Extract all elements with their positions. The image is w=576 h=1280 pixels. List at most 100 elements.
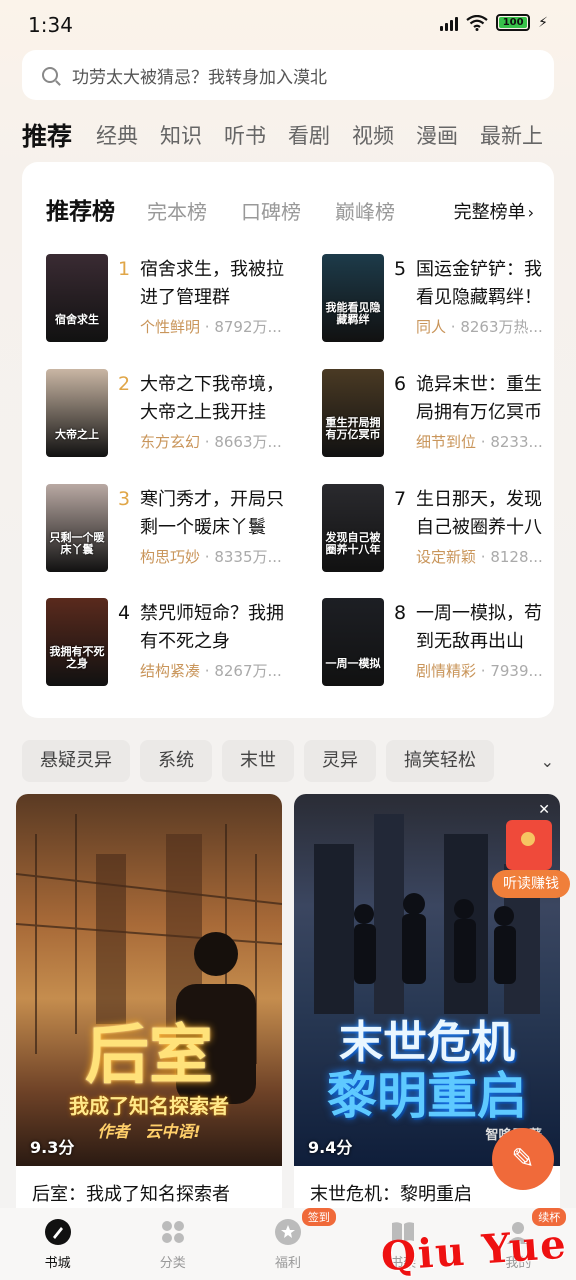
search-bar[interactable]: 功劳太大被猜忌？我转身加入漠北 xyxy=(22,50,554,100)
book-heat: 8335万... xyxy=(214,548,282,566)
book-meta: 设定新颖 · 8128... xyxy=(416,546,554,567)
search-placeholder: 功劳太大被猜忌？我转身加入漠北 xyxy=(72,67,327,88)
book-heat: 7939... xyxy=(490,662,543,680)
wifi-icon xyxy=(466,14,488,31)
book-heat: 8263万热... xyxy=(460,318,543,336)
nav-category[interactable]: 分类 xyxy=(115,1208,230,1280)
ranking-item[interactable]: 我能看见隐藏羁绊 5 国运金铲铲：我看见隐藏羁绊！ 同人 · 8263万热... xyxy=(322,254,554,346)
book-heat: 8128... xyxy=(490,548,543,566)
tab-peak-rank[interactable]: 巅峰榜 xyxy=(335,196,395,225)
book-cover-1: 后室 我成了知名探索者 作者 云中语! xyxy=(16,794,282,1166)
cover-text: 重生开局拥有万亿冥币 xyxy=(325,416,381,441)
ranking-item[interactable]: 重生开局拥有万亿冥币 6 诡异末世：重生局拥有万亿冥币 细节到位 · 8233... xyxy=(322,369,554,461)
welfare-badge: 签到 xyxy=(301,1208,336,1226)
full-ranking-link[interactable]: 完整榜单 › xyxy=(454,198,534,224)
book-cover: 重生开局拥有万亿冥币 xyxy=(322,369,384,457)
book-title-2: 末世危机：黎明重启 xyxy=(310,1184,472,1205)
tab-knowledge[interactable]: 知识 xyxy=(160,120,202,150)
rank-number: 1 xyxy=(118,258,131,280)
book-meta: 构思巧妙 · 8335万... xyxy=(140,546,300,567)
separator-dot: · xyxy=(476,433,491,451)
book-meta: 细节到位 · 8233... xyxy=(416,431,554,452)
signal-icon xyxy=(440,15,459,31)
tab-video[interactable]: 视频 xyxy=(352,120,394,150)
tab-classic[interactable]: 经典 xyxy=(96,120,138,150)
separator-dot: · xyxy=(200,548,215,566)
tab-recommend[interactable]: 推荐 xyxy=(22,117,72,153)
book-cover: 我能看见隐藏羁绊 xyxy=(322,254,384,342)
status-bar: 1:34 100 ⚡ xyxy=(0,0,576,52)
book-meta: 东方玄幻 · 8663万... xyxy=(140,431,300,452)
cover-subtitle-1: 我成了知名探索者 xyxy=(69,1094,229,1118)
chip-suspense[interactable]: 悬疑灵异 xyxy=(22,740,130,782)
welfare-icon xyxy=(275,1219,301,1245)
book-title: 国运金铲铲：我看见隐藏羁绊！ xyxy=(416,259,542,308)
close-icon[interactable]: ✕ xyxy=(538,802,550,818)
separator-dot: · xyxy=(200,433,215,451)
ranking-item[interactable]: 只剩一个暖床丫鬟 3 寒门秀才，开局只剩一个暖床丫鬟 构思巧妙 · 8335万... xyxy=(46,484,306,576)
book-tag: 东方玄幻 xyxy=(140,433,201,451)
book-tag: 个性鲜明 xyxy=(140,318,201,336)
book-tag: 剧情精彩 xyxy=(416,662,477,680)
tab-latest[interactable]: 最新上 xyxy=(480,120,543,150)
chip-system[interactable]: 系统 xyxy=(140,740,212,782)
chevron-down-icon[interactable]: ⌄ xyxy=(541,752,554,771)
book-tag: 结构紧凑 xyxy=(140,662,201,680)
tab-reputation-rank[interactable]: 口碑榜 xyxy=(241,196,301,225)
cover-text: 大帝之上 xyxy=(55,428,99,441)
book-cover: 只剩一个暖床丫鬟 xyxy=(46,484,108,572)
chip-supernatural[interactable]: 灵异 xyxy=(304,740,376,782)
rank-number: 4 xyxy=(118,602,131,624)
book-tag: 构思巧妙 xyxy=(140,548,201,566)
book-cover: 宿舍求生 xyxy=(46,254,108,342)
pen-icon: ✎ xyxy=(511,1142,535,1175)
ranking-item[interactable]: 我拥有不死之身 4 禁咒师短命？我拥有不死之身结构紧凑 · 8267万... xyxy=(46,598,306,690)
book-meta: 结构紧凑 · 8267万... xyxy=(140,660,300,681)
tab-audiobook[interactable]: 听书 xyxy=(224,120,266,150)
status-time: 1:34 xyxy=(28,13,73,37)
category-icon xyxy=(161,1221,184,1243)
book-title: 大帝之下我帝境，大帝之上我开挂 xyxy=(140,374,284,423)
tab-recommend-rank[interactable]: 推荐榜 xyxy=(46,192,115,226)
rank-number: 8 xyxy=(394,602,407,624)
cover-text: 我能看见隐藏羁绊 xyxy=(325,301,381,326)
book-title: 禁咒师短命？我拥有不死之身 xyxy=(140,603,284,652)
nav-label-bookstore: 书城 xyxy=(44,1256,71,1271)
nav-bookstore[interactable]: 书城 xyxy=(0,1208,115,1280)
book-meta: 剧情精彩 · 7939... xyxy=(416,660,554,681)
tab-comics[interactable]: 漫画 xyxy=(416,120,458,150)
book-heat: 8233... xyxy=(490,433,543,451)
book-title: 寒门秀才，开局只剩一个暖床丫鬟 xyxy=(140,489,284,538)
ranking-item[interactable]: 发现自己被圈养十八年 7 生日那天，发现自己被圈养十八年设定新颖 · 8128... xyxy=(322,484,554,576)
book-title: 宿舍求生，我被拉进了管理群 xyxy=(140,259,284,308)
book-cover: 发现自己被圈养十八年 xyxy=(322,484,384,572)
separator-dot: · xyxy=(476,548,491,566)
rank-number: 7 xyxy=(394,488,407,510)
status-icons: 100 ⚡ xyxy=(440,14,548,31)
battery-icon: 100 xyxy=(496,14,531,31)
chip-apocalypse[interactable]: 末世 xyxy=(222,740,294,782)
ranking-item[interactable]: 大帝之上 2 大帝之下我帝境，大帝之上我开挂东方玄幻 · 8663万... xyxy=(46,369,306,461)
book-score-1: 9.3分 xyxy=(30,1138,75,1157)
listen-earn-badge[interactable]: 听读赚钱 xyxy=(492,820,570,900)
ranking-item[interactable]: 宿舍求生 1 宿舍求生，我被拉进了管理群个性鲜明 · 8792万... xyxy=(46,254,306,346)
book-tag: 细节到位 xyxy=(416,433,477,451)
nav-welfare[interactable]: 签到 福利 xyxy=(230,1208,345,1280)
rank-number: 2 xyxy=(118,373,131,395)
ranking-item[interactable]: 一周一模拟 8 一周一模拟，苟到无敌再出山 剧情精彩 · 7939... xyxy=(322,598,554,690)
tab-completed-rank[interactable]: 完本榜 xyxy=(147,196,207,225)
book-heat: 8267万... xyxy=(214,662,282,680)
book-tag: 设定新颖 xyxy=(416,548,477,566)
book-heat: 8663万... xyxy=(214,433,282,451)
book-title-1: 后室：我成了知名探索者 xyxy=(32,1184,230,1205)
book-score-2: 9.4分 xyxy=(308,1138,353,1157)
tab-drama[interactable]: 看剧 xyxy=(288,120,330,150)
book-meta: 个性鲜明 · 8792万... xyxy=(140,316,300,337)
full-ranking-label: 完整榜单 xyxy=(453,202,526,223)
top-tabs: 推荐 经典 知识 听书 看剧 视频 漫画 最新上 xyxy=(22,110,576,160)
charging-icon: ⚡ xyxy=(538,14,548,31)
chip-comedy[interactable]: 搞笑轻松 xyxy=(386,740,494,782)
chevron-right-icon: › xyxy=(527,203,534,222)
write-fab-button[interactable]: ✎ xyxy=(492,1128,554,1190)
cover-text: 我拥有不死之身 xyxy=(49,645,105,670)
